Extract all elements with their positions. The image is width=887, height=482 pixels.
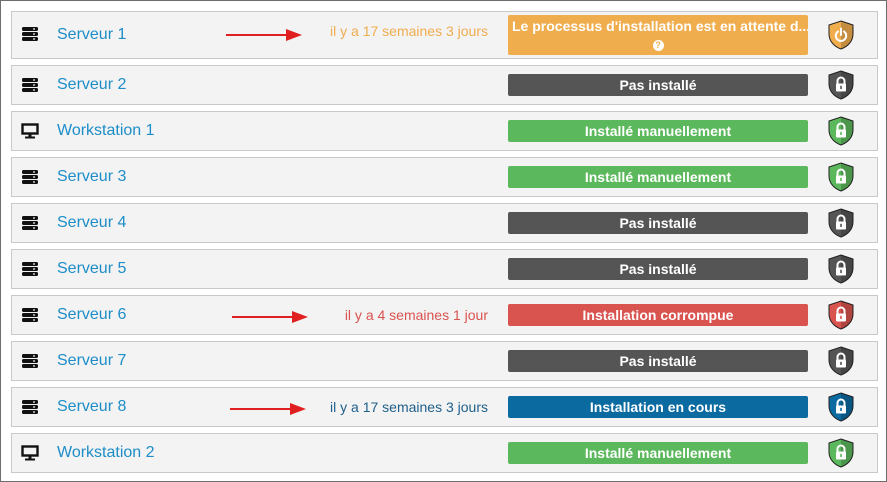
status-badge: Pas installé [508,74,808,96]
workstation-icon [21,445,39,461]
server-icon [21,399,39,415]
host-name-link[interactable]: Serveur 2 [57,66,126,104]
host-list-panel: Serveur 1 il y a 17 semaines 3 jours Le pr… [0,0,887,482]
host-name-link[interactable]: Serveur 4 [57,204,126,242]
status-label: Pas installé [619,353,697,369]
host-name-link[interactable]: Workstation 1 [57,112,155,150]
lock-shield-icon[interactable] [827,162,855,192]
lock-shield-icon[interactable] [827,254,855,284]
server-icon [21,215,39,231]
host-row: Serveur 6 il y a 4 semaines 1 jour Install… [11,295,878,335]
last-change-time: il y a 17 semaines 3 jours [330,23,488,39]
host-name-link[interactable]: Serveur 3 [57,158,126,196]
last-change-time: il y a 17 semaines 3 jours [330,399,488,415]
status-badge: Le processus d'installation est en atten… [508,15,808,55]
host-name-link[interactable]: Serveur 8 [57,388,126,426]
status-label: Installation en cours [589,399,727,415]
status-label: Pas installé [619,215,697,231]
host-row: Workstation 2 Installé manuellement [11,433,878,473]
server-icon [21,261,39,277]
lock-shield-icon[interactable] [827,392,855,422]
status-label: Pas installé [619,77,697,93]
host-row: Serveur 3 Installé manuellement [11,157,878,197]
status-label: Installé manuellement [584,169,732,185]
annotation-arrow [230,402,306,415]
server-icon [21,26,39,42]
lock-shield-icon[interactable] [827,438,855,468]
status-badge: Pas installé [508,212,808,234]
status-label: Le processus d'installation est en atten… [512,18,808,34]
lock-shield-icon[interactable] [827,208,855,238]
host-name-link[interactable]: Serveur 1 [57,12,126,58]
server-icon [21,353,39,369]
lock-shield-icon[interactable] [827,346,855,376]
status-badge: Installation corrompue [508,304,808,326]
host-row: Serveur 2 Pas installé [11,65,878,105]
host-name-link[interactable]: Serveur 5 [57,250,126,288]
host-name-link[interactable]: Serveur 6 [57,296,126,334]
status-badge: Installé manuellement [508,166,808,188]
lock-shield-icon[interactable] [827,300,855,330]
status-label: Installé manuellement [584,445,732,461]
workstation-icon [21,123,39,139]
host-row: Serveur 4 Pas installé [11,203,878,243]
status-badge: Installé manuellement [508,120,808,142]
last-change-time: il y a 4 semaines 1 jour [344,307,488,323]
status-badge: Installé manuellement [508,442,808,464]
help-icon[interactable]: ? [652,39,664,51]
status-badge: Pas installé [508,258,808,280]
annotation-arrow [226,28,302,41]
server-icon [21,307,39,323]
host-row: Serveur 7 Pas installé [11,341,878,381]
host-row: Serveur 8 il y a 17 semaines 3 jours Insta… [11,387,878,427]
annotation-arrow [232,310,308,323]
power-shield-icon[interactable] [827,20,855,50]
host-row: Serveur 1 il y a 17 semaines 3 jours Le pr… [11,11,878,59]
server-icon [21,169,39,185]
lock-shield-icon[interactable] [827,116,855,146]
host-name-link[interactable]: Serveur 7 [57,342,126,380]
status-label: Installation corrompue [582,307,734,323]
server-icon [21,77,39,93]
status-badge: Pas installé [508,350,808,372]
host-name-link[interactable]: Workstation 2 [57,434,155,472]
lock-shield-icon[interactable] [827,70,855,100]
status-label: Installé manuellement [584,123,732,139]
host-row: Serveur 5 Pas installé [11,249,878,289]
status-label: Pas installé [619,261,697,277]
host-row: Workstation 1 Installé manuellement [11,111,878,151]
status-badge: Installation en cours [508,396,808,418]
